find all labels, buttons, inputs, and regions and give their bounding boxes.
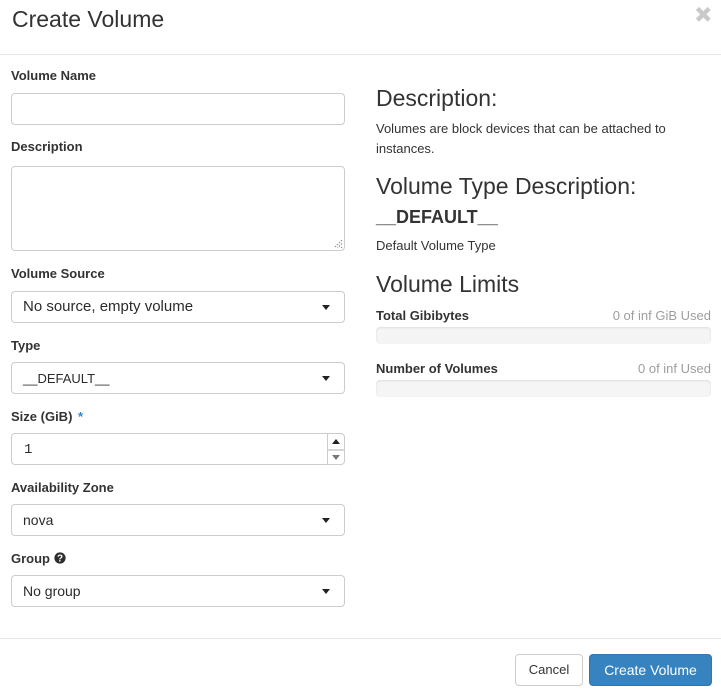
- svg-text:?: ?: [57, 553, 63, 564]
